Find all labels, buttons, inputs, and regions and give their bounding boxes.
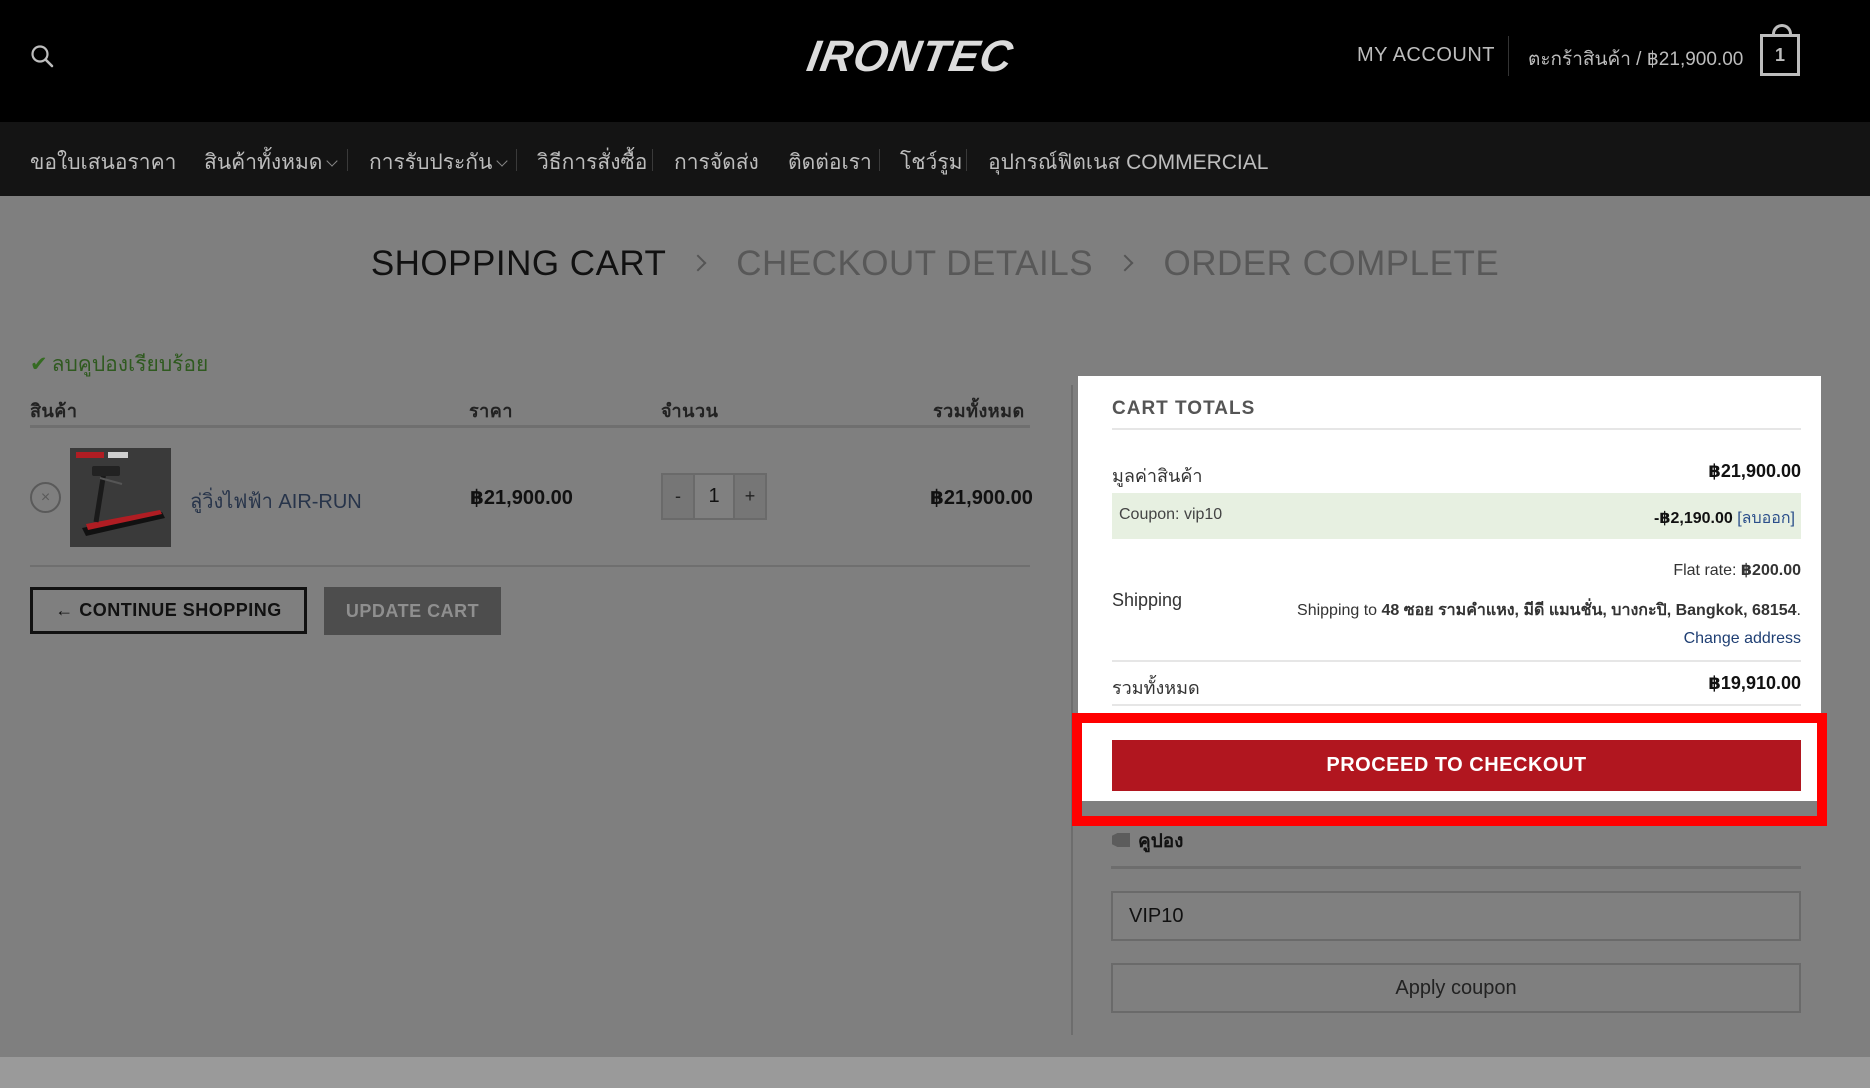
footer-band (0, 1057, 1870, 1088)
chevron-right-icon (689, 254, 707, 272)
nav-separator (516, 149, 517, 171)
search-icon[interactable] (30, 44, 54, 68)
product-thumbnail[interactable] (70, 448, 171, 547)
nav-item-label: วิธีการสั่งซื้อ (537, 151, 648, 174)
shipping-address: 48 ซอย รามคำแหง, มีดี แมนชั่น, บางกะปิ, … (1381, 602, 1797, 619)
change-address-link[interactable]: Change address (1684, 630, 1801, 648)
qty-input[interactable]: 1 (693, 475, 735, 518)
coupon-discount: -฿2,190.00 (1654, 510, 1733, 527)
site-logo[interactable]: IRONTEC (805, 30, 1025, 80)
product-price: ฿21,900.00 (470, 487, 573, 509)
nav-item-how-to-order[interactable]: วิธีการสั่งซื้อ (537, 146, 647, 179)
apply-coupon-button[interactable]: Apply coupon (1111, 963, 1801, 1013)
tag-icon (1112, 833, 1130, 847)
totals-divider (1112, 704, 1801, 706)
nav-separator (347, 149, 348, 171)
main-nav: ขอใบเสนอราคา สินค้าทั้งหมด การรับประกัน … (0, 122, 1870, 196)
subtotal-label: มูลค่าสินค้า (1112, 466, 1203, 486)
cart-totals-title: CART TOTALS (1112, 398, 1256, 419)
shipping-to-prefix: Shipping to (1297, 602, 1378, 619)
step-order-complete: ORDER COMPLETE (1163, 244, 1500, 283)
update-cart-button[interactable]: UPDATE CART (324, 587, 501, 635)
nav-item-label: ติดต่อเรา (788, 151, 872, 174)
nav-item-label: สินค้าทั้งหมด (204, 151, 323, 174)
check-icon: ✔ (30, 353, 48, 376)
table-row-divider (30, 565, 1030, 567)
logo-text: IRONTEC (805, 32, 1017, 80)
quantity-stepper: - 1 + (661, 473, 767, 520)
my-account-link[interactable]: MY ACCOUNT (1357, 44, 1495, 67)
coupon-code-input[interactable]: VIP10 (1111, 891, 1801, 941)
col-header-price: ราคา (469, 401, 513, 421)
nav-item-label: การจัดส่ง (674, 151, 759, 174)
coupon-divider (1111, 866, 1801, 869)
step-shopping-cart[interactable]: SHOPPING CART (371, 244, 666, 283)
nav-separator (966, 149, 967, 171)
header-cart-link[interactable]: ตะกร้าสินค้า / ฿21,900.00 (1528, 44, 1743, 74)
continue-shopping-button[interactable]: ← CONTINUE SHOPPING (30, 587, 307, 634)
remove-coupon-link[interactable]: [ลบออก] (1737, 510, 1795, 527)
cart-count-badge[interactable]: 1 (1760, 24, 1800, 76)
treadmill-image (70, 448, 171, 547)
col-header-product: สินค้า (30, 401, 78, 421)
checkout-steps: SHOPPING CART CHECKOUT DETAILS ORDER COM… (0, 244, 1870, 284)
totals-divider (1112, 660, 1801, 662)
totals-divider (1112, 428, 1801, 430)
chevron-down-icon (496, 155, 509, 167)
flat-rate-value: ฿200.00 (1740, 562, 1801, 579)
col-header-subtotal: รวมทั้งหมด (933, 401, 1025, 421)
coupon-row: Coupon: vip10 -฿2,190.00 [ลบออก] (1112, 493, 1801, 539)
remove-item-button[interactable]: × (30, 482, 61, 513)
header-divider (1508, 36, 1509, 76)
nav-item-commercial[interactable]: อุปกรณ์ฟิตเนส COMMERCIAL (988, 146, 1268, 179)
chevron-right-icon (1116, 254, 1134, 272)
column-divider (1071, 385, 1073, 1035)
nav-item-label: การรับประกัน (369, 151, 493, 174)
nav-item-showroom[interactable]: โชว์รูม (900, 146, 962, 179)
chevron-down-icon (326, 155, 339, 167)
nav-item-all-products[interactable]: สินค้าทั้งหมด (204, 146, 339, 179)
total-label: รวมทั้งหมด (1112, 678, 1200, 698)
coupon-label: Coupon: vip10 (1119, 506, 1223, 523)
qty-increase-button[interactable]: + (735, 475, 765, 518)
shipping-suffix: . (1796, 602, 1801, 619)
nav-item-label: อุปกรณ์ฟิตเนส COMMERCIAL (988, 151, 1269, 174)
nav-item-quote[interactable]: ขอใบเสนอราคา (30, 146, 176, 179)
notice-text: ลบคูปองเรียบร้อย (51, 353, 209, 376)
site-header: IRONTEC MY ACCOUNT ตะกร้าสินค้า / ฿21,90… (0, 0, 1870, 122)
product-subtotal: ฿21,900.00 (930, 487, 1033, 509)
total-value: ฿19,910.00 (1708, 673, 1801, 693)
subtotal-value: ฿21,900.00 (1708, 461, 1801, 481)
nav-item-warranty[interactable]: การรับประกัน (369, 146, 509, 179)
flat-rate-label: Flat rate: (1673, 562, 1737, 579)
product-name-link[interactable]: ลู่วิ่งไฟฟ้า AIR-RUN (190, 485, 362, 517)
nav-separator (652, 149, 653, 171)
nav-item-label: ขอใบเสนอราคา (30, 151, 177, 174)
coupon-value: -฿2,190.00 [ลบออก] (1654, 506, 1795, 531)
step-checkout-details[interactable]: CHECKOUT DETAILS (736, 244, 1093, 283)
shipping-destination: Shipping to 48 ซอย รามคำแหง, มีดี แมนชั่… (1297, 598, 1801, 623)
coupon-removed-notice: ✔ ลบคูปองเรียบร้อย (30, 348, 208, 381)
col-header-quantity: จำนวน (661, 401, 719, 421)
coupon-heading: คูปอง (1112, 826, 1183, 856)
nav-item-label: โชว์รูม (900, 151, 963, 174)
table-header-divider (30, 425, 1030, 428)
qty-decrease-button[interactable]: - (663, 475, 693, 518)
nav-separator (879, 149, 880, 171)
shipping-label: Shipping (1112, 590, 1183, 610)
highlight-box (1072, 713, 1827, 826)
flat-rate: Flat rate: ฿200.00 (1673, 560, 1801, 580)
nav-item-shipping[interactable]: การจัดส่ง (674, 146, 759, 179)
coupon-heading-text: คูปอง (1138, 831, 1184, 852)
nav-item-contact[interactable]: ติดต่อเรา (788, 146, 872, 179)
